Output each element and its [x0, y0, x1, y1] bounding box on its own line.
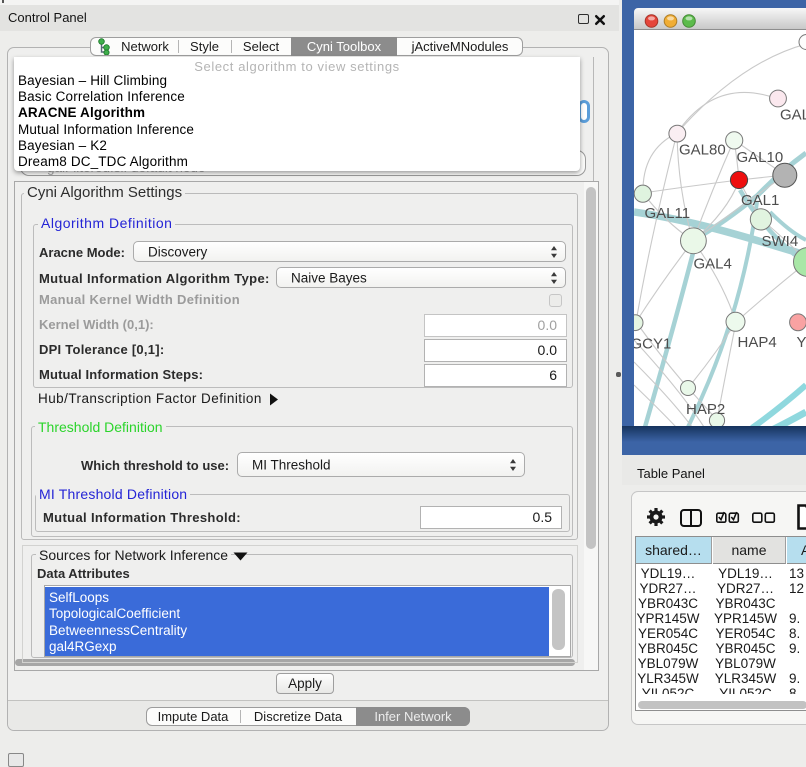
svg-text:HAP2: HAP2 — [686, 401, 725, 418]
svg-text:Y: Y — [797, 334, 806, 351]
svg-text:GAL10: GAL10 — [737, 149, 784, 166]
svg-text:SWI4: SWI4 — [762, 233, 799, 250]
svg-text:GAL4: GAL4 — [694, 256, 732, 273]
svg-text:GAL80: GAL80 — [679, 142, 726, 159]
svg-text:HAP4: HAP4 — [738, 334, 777, 351]
svg-text:GAL: GAL — [780, 107, 806, 124]
svg-text:GCY1: GCY1 — [634, 336, 671, 353]
svg-text:GAL11: GAL11 — [645, 205, 691, 222]
svg-text:GAL1: GAL1 — [741, 192, 779, 209]
